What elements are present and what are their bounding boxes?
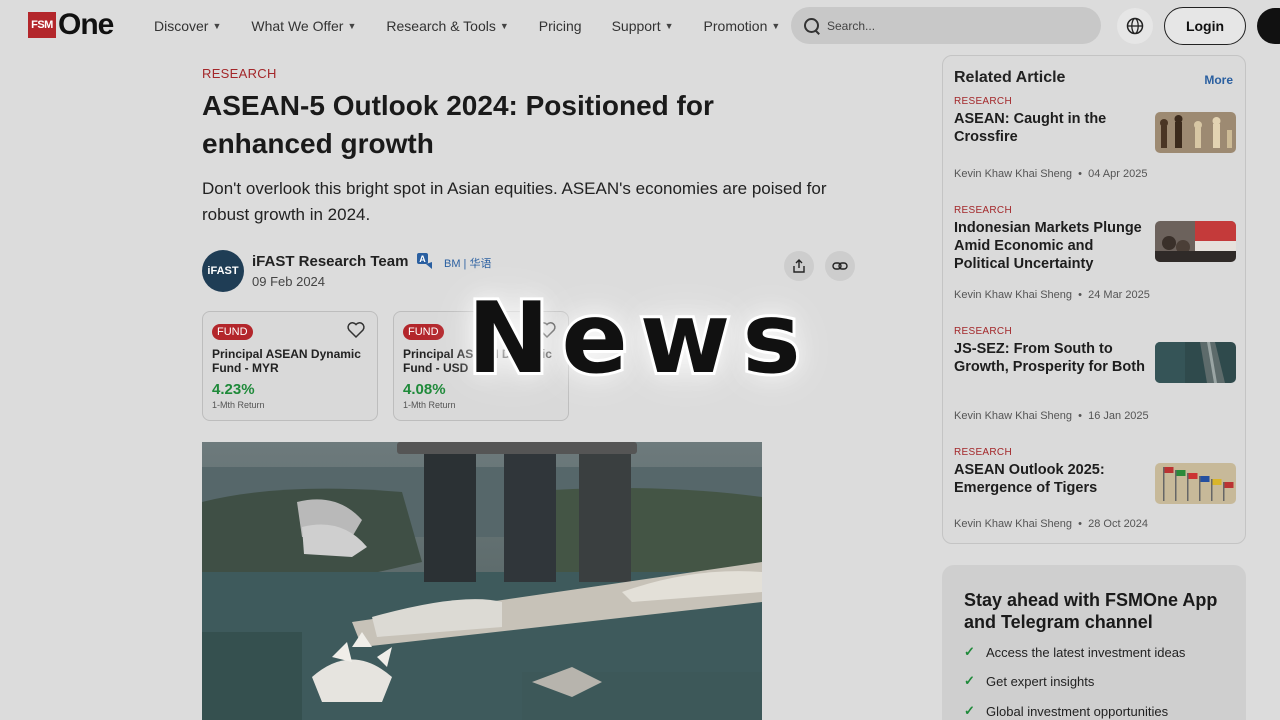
related-thumbnail [1155, 463, 1236, 504]
fund-return-label: 1-Mth Return [403, 400, 456, 410]
article-hero-image [202, 442, 762, 720]
nav-pricing[interactable]: Pricing [539, 18, 582, 34]
author-avatar: iFAST [202, 250, 244, 292]
copy-link-button[interactable] [825, 251, 855, 281]
check-icon: ✓ [964, 703, 975, 718]
fund-name: Principal ASEAN Dynamic Fund - MYR [212, 347, 361, 375]
related-meta: Kevin Khaw Khai Sheng • 16 Jan 2025 [954, 410, 1149, 422]
related-title: JS-SEZ: From South to Growth, Prosperity… [954, 341, 1145, 375]
article-category[interactable]: RESEARCH [202, 66, 277, 81]
related-title: ASEAN Outlook 2025: Emergence of Tigers [954, 462, 1105, 496]
logo-wordmark: One [58, 8, 114, 41]
author-name[interactable]: iFAST Research Team [252, 253, 408, 270]
search-input[interactable] [827, 18, 1077, 33]
language-switch[interactable]: BM | 华语 [444, 255, 491, 271]
search-icon [803, 17, 821, 35]
login-button[interactable]: Login [1164, 7, 1246, 45]
related-meta: Kevin Khaw Khai Sheng • 24 Mar 2025 [954, 289, 1150, 301]
related-title: ASEAN: Caught in the Crossfire [954, 111, 1107, 145]
related-thumbnail [1155, 221, 1236, 262]
publish-date: 09 Feb 2024 [252, 274, 326, 289]
related-author: Kevin Khaw Khai Sheng [954, 168, 1073, 180]
fund-tag: FUND [212, 324, 253, 340]
top-nav-bar: FSM One Discover ▼ What We Offer ▼ Researc… [0, 0, 1280, 52]
svg-text:A: A [419, 254, 426, 264]
related-thumbnail [1155, 112, 1236, 153]
fund-card[interactable]: FUND Principal ASEAN Dynamic Fund - MYR … [202, 311, 378, 421]
related-article-item[interactable]: RESEARCH JS-SEZ: From South to Growth, P… [954, 326, 1236, 441]
related-author: Kevin Khaw Khai Sheng [954, 410, 1073, 422]
main-nav: Discover ▼ What We Offer ▼ Research & Tool… [154, 18, 810, 34]
chevron-down-icon: ▼ [771, 21, 781, 31]
fund-tag: FUND [403, 324, 444, 340]
related-category: RESEARCH [954, 205, 1012, 216]
fund-return: 4.23% [212, 381, 255, 398]
fsmone-logo[interactable]: FSM One [28, 8, 114, 41]
search-bar[interactable] [791, 7, 1101, 44]
related-meta: Kevin Khaw Khai Sheng • 28 Oct 2024 [954, 518, 1149, 530]
promo-point-text: Get expert insights [986, 673, 1095, 689]
related-article-item[interactable]: RESEARCH ASEAN: Caught in the Crossfire … [954, 96, 1236, 211]
chevron-down-icon: ▼ [499, 21, 509, 31]
related-meta: Kevin Khaw Khai Sheng • 04 Apr 2025 [954, 168, 1148, 180]
share-button[interactable] [784, 251, 814, 281]
article-subtitle: Don't overlook this bright spot in Asian… [202, 179, 827, 224]
related-date: 28 Oct 2024 [1088, 518, 1149, 530]
promo-point: ✓ Global investment opportunities [964, 703, 1168, 719]
promo-point-text: Global investment opportunities [986, 703, 1169, 719]
nav-label: What We Offer [251, 18, 344, 34]
related-articles-panel: Related Article More RESEARCH ASEAN: Cau… [942, 55, 1246, 544]
fund-card[interactable]: FUND Principal ASEAN Dynamic Fund - USD … [393, 311, 569, 421]
related-author: Kevin Khaw Khai Sheng [954, 518, 1073, 530]
translate-icon: A [417, 253, 432, 269]
promo-point: ✓ Access the latest investment ideas [964, 644, 1185, 660]
nav-label: Pricing [538, 18, 582, 34]
heart-icon[interactable] [346, 320, 366, 340]
link-icon [832, 262, 848, 270]
app-promo-panel: Stay ahead with FSMOne App and Telegram … [942, 565, 1246, 720]
nav-promotion[interactable]: Promotion ▼ [704, 18, 781, 34]
chevron-down-icon: ▼ [664, 21, 674, 31]
nav-label: Research & Tools [386, 18, 496, 34]
related-category: RESEARCH [954, 326, 1012, 337]
page: FSM One Discover ▼ What We Offer ▼ Researc… [0, 0, 1280, 720]
logo-mark: FSM [28, 12, 56, 38]
related-article-item[interactable]: RESEARCH Indonesian Markets Plunge Amid … [954, 205, 1236, 320]
related-thumbnail [1155, 342, 1236, 383]
language-button[interactable] [1117, 8, 1153, 44]
nav-research-tools[interactable]: Research & Tools ▼ [386, 18, 508, 34]
fund-name: Principal ASEAN Dynamic Fund - USD [403, 347, 552, 375]
related-category: RESEARCH [954, 96, 1012, 107]
signup-button[interactable] [1257, 8, 1280, 44]
check-icon: ✓ [964, 673, 975, 688]
related-category: RESEARCH [954, 447, 1012, 458]
related-date: 24 Mar 2025 [1088, 289, 1150, 301]
related-author: Kevin Khaw Khai Sheng [954, 289, 1073, 301]
fund-return-label: 1-Mth Return [212, 400, 265, 410]
fund-return: 4.08% [403, 381, 446, 398]
nav-discover[interactable]: Discover ▼ [154, 18, 221, 34]
promo-point: ✓ Get expert insights [964, 673, 1094, 689]
article-title: ASEAN-5 Outlook 2024: Positioned for enh… [202, 90, 714, 159]
chevron-down-icon: ▼ [212, 21, 222, 31]
share-icon [793, 259, 805, 273]
globe-icon [1126, 17, 1144, 35]
nav-label: Promotion [703, 18, 768, 34]
heart-icon[interactable] [537, 320, 557, 340]
nav-support[interactable]: Support ▼ [612, 18, 674, 34]
related-title: Indonesian Markets Plunge Amid Economic … [954, 220, 1142, 272]
related-heading: Related Article [954, 69, 1066, 86]
nav-label: Discover [154, 18, 209, 34]
author-row: iFAST iFAST Research Team 09 Feb 2024 A … [202, 250, 857, 292]
promo-point-text: Access the latest investment ideas [986, 644, 1186, 660]
related-more-link[interactable]: More [1204, 73, 1233, 87]
related-date: 04 Apr 2025 [1088, 168, 1148, 180]
nav-label: Support [611, 18, 661, 34]
chevron-down-icon: ▼ [347, 21, 357, 31]
related-article-item[interactable]: RESEARCH ASEAN Outlook 2025: Emergence o… [954, 447, 1236, 542]
promo-heading: Stay ahead with FSMOne App and Telegram … [964, 590, 1218, 632]
nav-what-we-offer[interactable]: What We Offer ▼ [251, 18, 356, 34]
related-date: 16 Jan 2025 [1088, 410, 1149, 422]
check-icon: ✓ [964, 644, 975, 659]
